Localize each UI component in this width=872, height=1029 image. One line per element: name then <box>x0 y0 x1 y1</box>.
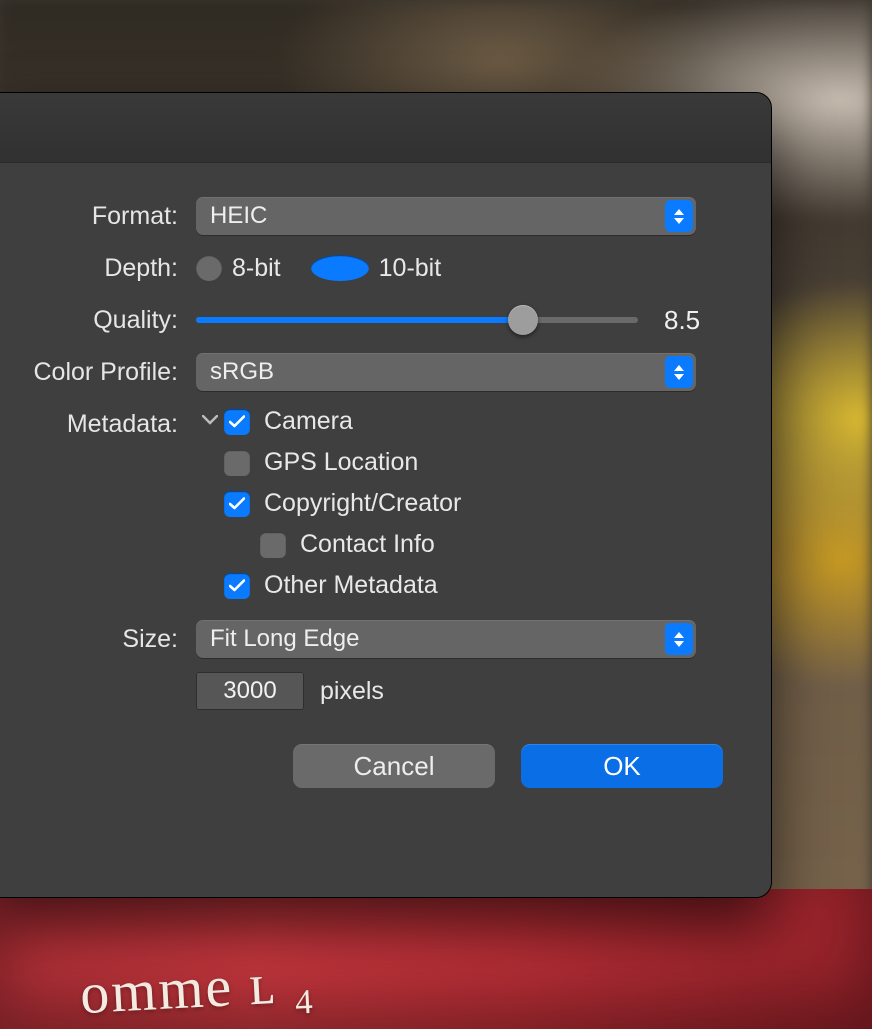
ok-button-label: OK <box>603 751 641 782</box>
depth-8bit-label: 8-bit <box>232 254 281 283</box>
updown-icon <box>665 200 693 232</box>
size-label: Size: <box>0 620 196 658</box>
size-pixels-input[interactable]: 3000 <box>196 672 304 710</box>
quality-label: Quality: <box>0 301 196 339</box>
checkbox-icon <box>224 409 250 435</box>
checkbox-icon <box>224 450 250 476</box>
metadata-copyright-label: Copyright/Creator <box>264 489 461 518</box>
cancel-button-label: Cancel <box>354 751 435 782</box>
dialog-titlebar[interactable] <box>0 93 771 163</box>
metadata-gps-checkbox[interactable]: GPS Location <box>224 448 461 477</box>
format-label: Format: <box>0 197 196 235</box>
size-select[interactable]: Fit Long Edge <box>196 620 696 658</box>
depth-10bit-radio[interactable]: 10-bit <box>311 254 442 283</box>
checkbox-icon <box>224 491 250 517</box>
metadata-disclosure[interactable] <box>196 405 224 425</box>
radio-dot-icon <box>311 255 369 281</box>
metadata-camera-label: Camera <box>264 407 353 436</box>
depth-10bit-label: 10-bit <box>379 254 442 283</box>
updown-icon <box>665 356 693 388</box>
metadata-contact-label: Contact Info <box>300 530 435 559</box>
updown-icon <box>665 623 693 655</box>
metadata-copyright-checkbox[interactable]: Copyright/Creator <box>224 489 461 518</box>
checkbox-icon <box>224 573 250 599</box>
format-value: HEIC <box>210 202 267 230</box>
quality-value: 8.5 <box>664 305 706 336</box>
size-pixels-value: 3000 <box>223 677 276 705</box>
chevron-down-icon <box>202 415 218 425</box>
color-profile-value: sRGB <box>210 358 274 386</box>
metadata-other-checkbox[interactable]: Other Metadata <box>224 571 461 600</box>
checkbox-icon <box>260 532 286 558</box>
color-profile-label: Color Profile: <box>0 353 196 391</box>
quality-slider[interactable] <box>196 305 638 335</box>
size-unit-label: pixels <box>320 677 384 706</box>
slider-thumb[interactable] <box>508 305 538 335</box>
background-text: omme ʟ ₄ <box>78 948 316 1027</box>
slider-fill <box>196 317 523 323</box>
metadata-gps-label: GPS Location <box>264 448 418 477</box>
depth-label: Depth: <box>0 249 196 287</box>
metadata-contact-checkbox[interactable]: Contact Info <box>260 530 461 559</box>
color-profile-select[interactable]: sRGB <box>196 353 696 391</box>
background-book: omme ʟ ₄ <box>0 889 872 1029</box>
metadata-other-label: Other Metadata <box>264 571 438 600</box>
ok-button[interactable]: OK <box>521 744 723 788</box>
size-value: Fit Long Edge <box>210 625 359 653</box>
export-dialog: Format: HEIC Depth: 8-bit 10-bit <box>0 92 772 898</box>
format-select[interactable]: HEIC <box>196 197 696 235</box>
metadata-camera-checkbox[interactable]: Camera <box>224 407 461 436</box>
depth-8bit-radio[interactable]: 8-bit <box>196 254 281 283</box>
cancel-button[interactable]: Cancel <box>293 744 495 788</box>
radio-dot-icon <box>196 255 222 281</box>
metadata-label: Metadata: <box>0 405 196 443</box>
